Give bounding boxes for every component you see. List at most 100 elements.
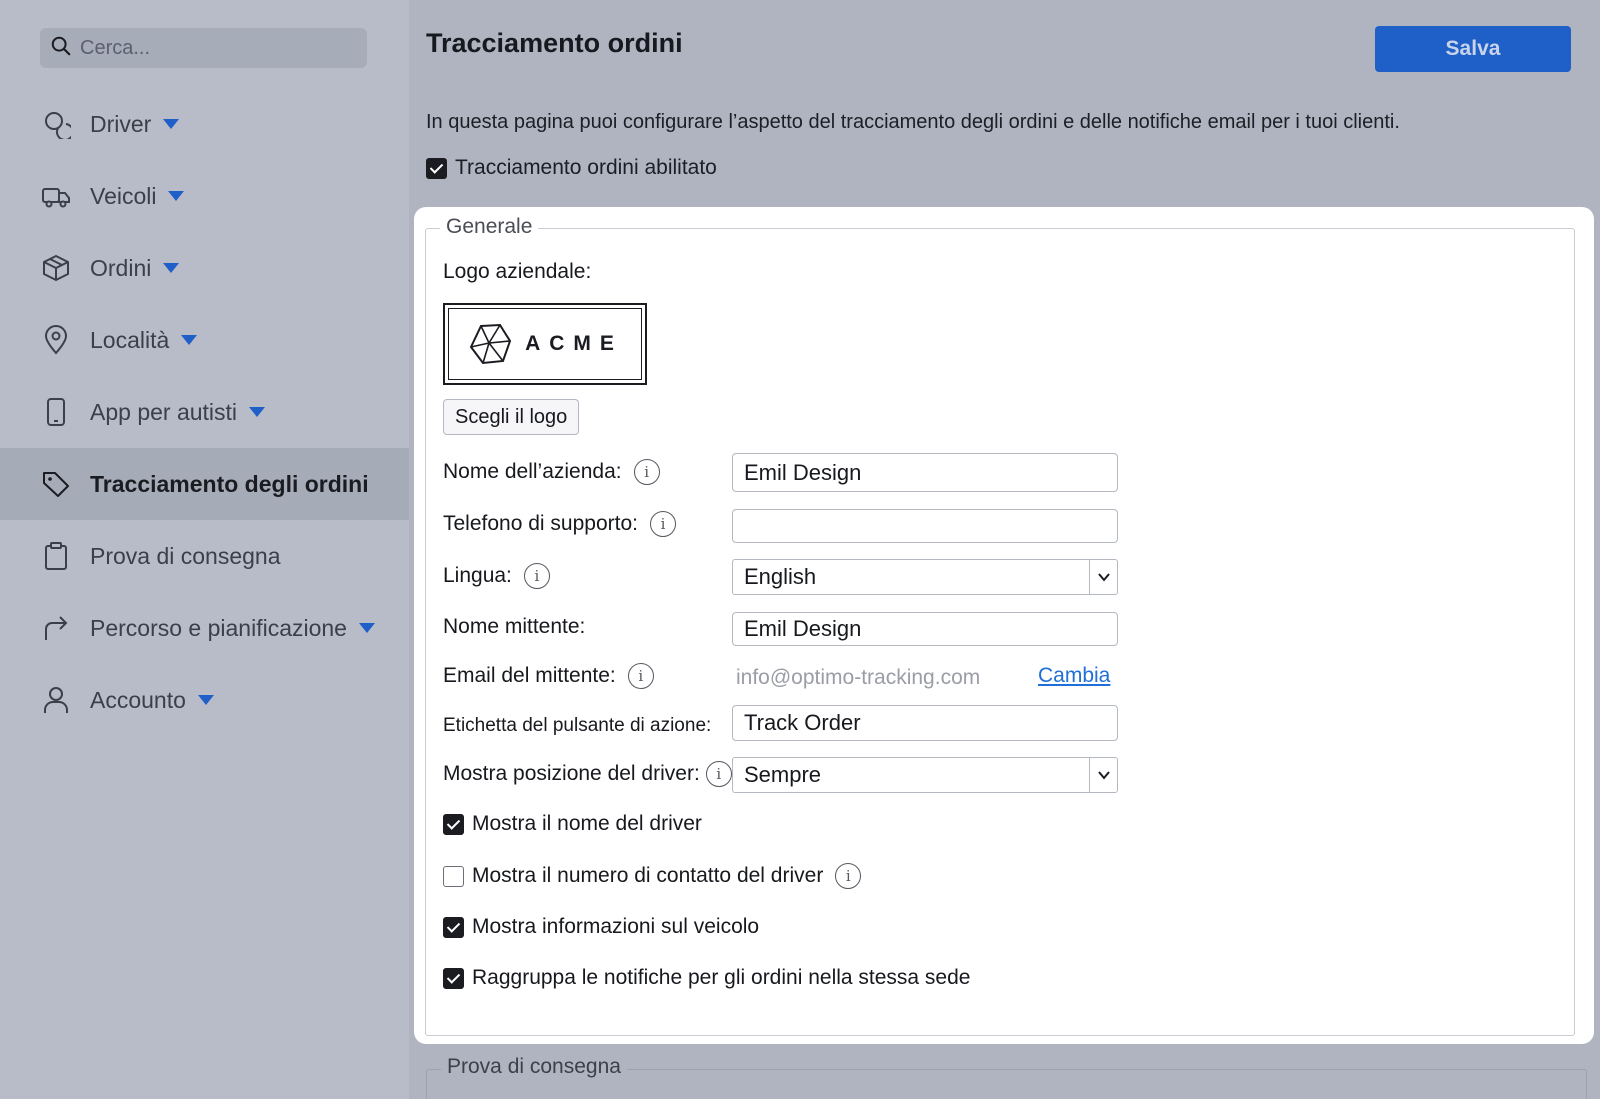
show-vehicle-info-checkbox[interactable]	[443, 916, 464, 938]
sidebar-item-label: App per autisti	[90, 398, 238, 425]
show-driver-name-checkbox[interactable]	[443, 813, 464, 835]
support-phone-field[interactable]	[732, 509, 1118, 543]
info-icon[interactable]: i	[649, 511, 676, 537]
sidebar-item-driver[interactable]: Driver	[0, 88, 409, 160]
change-email-link[interactable]: Cambia	[1038, 664, 1110, 688]
sidebar: Driver Veicoli Ordini Località	[0, 0, 409, 1099]
sender-email-label-text: Email del mittente:	[443, 664, 616, 687]
sidebar-item-tracciamento[interactable]: Tracciamento degli ordini	[0, 448, 409, 520]
logo-label-text: Logo aziendale:	[443, 260, 592, 283]
mobile-icon	[40, 396, 72, 428]
info-icon[interactable]: i	[627, 663, 654, 689]
language-label: Lingua: i	[443, 563, 550, 589]
chevron-down-icon[interactable]	[1089, 560, 1117, 594]
general-settings-card: Generale Logo aziendale: ACME Scegli il …	[414, 207, 1594, 1044]
action-button-label-label: Etichetta del pulsante di azione:	[443, 715, 711, 737]
search-box[interactable]	[40, 28, 367, 68]
sender-email-label: Email del mittente: i	[443, 663, 654, 689]
sidebar-item-localita[interactable]: Località	[0, 304, 409, 376]
sidebar-item-ordini[interactable]: Ordini	[0, 232, 409, 304]
logo-wordmark: ACME	[525, 332, 623, 355]
drivers-icon	[40, 108, 72, 140]
sidebar-item-prova-consegna[interactable]: Prova di consegna	[0, 520, 409, 592]
route-arrow-icon	[40, 612, 72, 644]
chevron-down-icon[interactable]	[163, 263, 180, 273]
show-driver-contact-label: Mostra il numero di contatto del driver	[472, 864, 824, 887]
sender-email-value: info@optimo-tracking.com	[736, 666, 981, 689]
general-fieldset: Generale Logo aziendale: ACME Scegli il …	[425, 215, 1575, 1036]
page-title: Tracciamento ordini	[426, 28, 683, 58]
sidebar-item-label: Veicoli	[90, 182, 157, 209]
chevron-down-icon[interactable]	[181, 335, 198, 345]
info-icon[interactable]: i	[705, 761, 732, 787]
sidebar-item-label: Località	[90, 326, 170, 353]
show-vehicle-info-label: Mostra informazioni sul veicolo	[472, 915, 760, 938]
chevron-down-icon[interactable]	[197, 695, 214, 705]
driver-position-label-text: Mostra posizione del driver:	[443, 762, 700, 785]
driver-position-select[interactable]: Sempre	[732, 757, 1118, 793]
sender-name-field[interactable]	[732, 612, 1118, 646]
chevron-down-icon[interactable]	[163, 119, 180, 129]
company-logo-preview: ACME	[443, 303, 647, 385]
sidebar-item-account[interactable]: Accounto	[0, 664, 409, 736]
show-driver-contact-checkbox[interactable]	[443, 865, 464, 887]
group-notifications-row[interactable]: Raggruppa le notifiche per gli ordini ne…	[443, 966, 970, 990]
show-driver-name-label: Mostra il nome del driver	[472, 812, 702, 835]
sidebar-item-label: Prova di consegna	[90, 542, 281, 569]
proof-of-delivery-legend: Prova di consegna	[441, 1055, 627, 1079]
language-select[interactable]: English	[732, 559, 1118, 595]
show-driver-name-row[interactable]: Mostra il nome del driver	[443, 812, 702, 836]
chevron-down-icon[interactable]	[249, 407, 266, 417]
sidebar-item-label: Accounto	[90, 686, 186, 713]
choose-logo-button[interactable]: Scegli il logo	[443, 399, 580, 435]
logo-label: Logo aziendale:	[443, 260, 591, 284]
sender-name-label-text: Nome mittente:	[443, 615, 586, 638]
acme-logo-icon	[469, 323, 512, 365]
tracking-enabled-checkbox-row[interactable]: Tracciamento ordini abilitato	[426, 156, 717, 180]
support-phone-label: Telefono di supporto: i	[443, 511, 676, 537]
action-button-label-text: Etichetta del pulsante di azione:	[443, 715, 712, 736]
action-button-label-field[interactable]	[732, 705, 1118, 741]
show-driver-contact-row[interactable]: Mostra il numero di contatto del driver …	[443, 863, 862, 889]
chevron-down-icon[interactable]	[1089, 758, 1117, 792]
info-icon[interactable]: i	[523, 563, 550, 589]
company-name-label: Nome dell’azienda: i	[443, 459, 660, 485]
group-notifications-label: Raggruppa le notifiche per gli ordini ne…	[472, 966, 971, 989]
company-name-field[interactable]	[732, 453, 1118, 492]
sidebar-item-label: Ordini	[90, 254, 152, 281]
user-icon	[40, 684, 72, 716]
show-vehicle-info-row[interactable]: Mostra informazioni sul veicolo	[443, 915, 759, 939]
main-content: Tracciamento ordini Salva In questa pagi…	[409, 0, 1600, 1099]
sidebar-nav: Driver Veicoli Ordini Località App per a…	[0, 88, 409, 736]
support-phone-label-text: Telefono di supporto:	[443, 512, 638, 535]
sidebar-item-percorso[interactable]: Percorso e pianificazione	[0, 592, 409, 664]
intro-text: In questa pagina puoi configurare l’aspe…	[426, 111, 1400, 133]
driver-position-select-value: Sempre	[744, 762, 822, 787]
tracking-enabled-checkbox[interactable]	[426, 157, 447, 179]
sidebar-item-label: Percorso e pianificazione	[90, 614, 347, 641]
sidebar-item-label: Tracciamento degli ordini	[90, 470, 369, 497]
sender-name-label: Nome mittente:	[443, 615, 585, 639]
tag-icon	[40, 468, 72, 500]
save-button[interactable]: Salva	[1375, 26, 1571, 72]
language-select-value: English	[744, 564, 817, 589]
chevron-down-icon[interactable]	[168, 191, 185, 201]
search-input[interactable]	[80, 36, 350, 60]
sidebar-item-veicoli[interactable]: Veicoli	[0, 160, 409, 232]
box-icon	[40, 252, 72, 284]
location-pin-icon	[40, 324, 72, 356]
clipboard-icon	[40, 540, 72, 572]
sidebar-item-app-autisti[interactable]: App per autisti	[0, 376, 409, 448]
driver-position-label: Mostra posizione del driver: i	[443, 761, 732, 787]
chevron-down-icon[interactable]	[358, 623, 375, 633]
logo-frame: ACME	[448, 308, 642, 380]
info-icon[interactable]: i	[633, 459, 660, 485]
language-label-text: Lingua:	[443, 564, 512, 587]
info-icon[interactable]: i	[835, 863, 862, 889]
truck-icon	[40, 180, 72, 212]
group-notifications-checkbox[interactable]	[443, 967, 464, 989]
general-legend: Generale	[440, 215, 539, 239]
proof-of-delivery-fieldset: Prova di consegna	[426, 1055, 1587, 1099]
tracking-enabled-label: Tracciamento ordini abilitato	[455, 156, 717, 179]
company-name-label-text: Nome dell’azienda:	[443, 460, 622, 483]
